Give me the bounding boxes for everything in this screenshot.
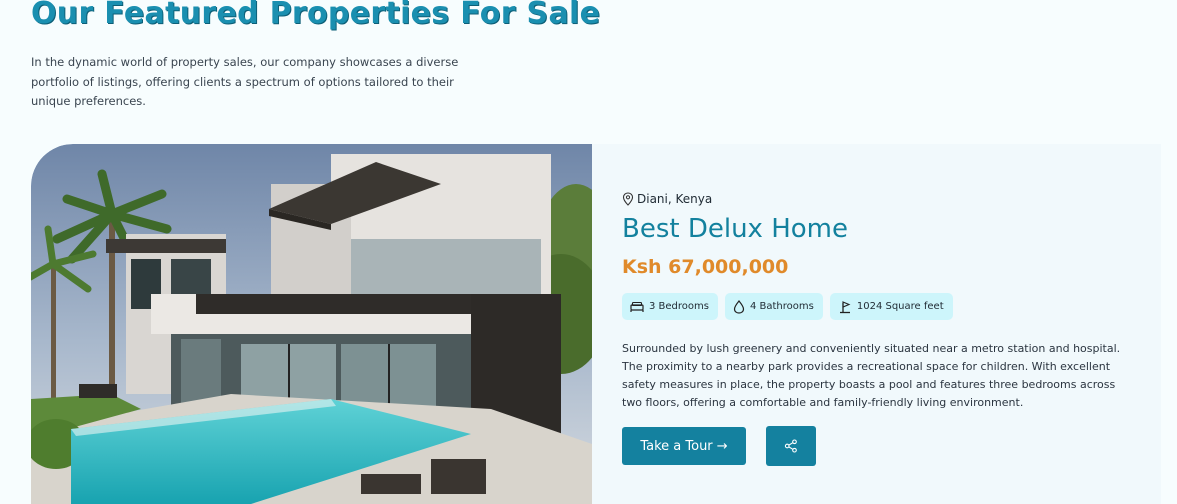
section-title: Our Featured Properties For Sale [31, 0, 601, 31]
feature-label: 4 Bathrooms [749, 301, 814, 312]
section-intro: In the dynamic world of property sales, … [31, 55, 459, 108]
feature-label: 3 Bedrooms [649, 301, 709, 312]
property-photo[interactable] [31, 144, 592, 504]
feature-area: 1024 Square feet [829, 293, 953, 320]
bed-icon [630, 301, 644, 312]
location: Diani, Kenya [622, 192, 712, 206]
property-description: Surrounded by lush greenery and convenie… [622, 342, 1121, 409]
water-drop-icon [733, 299, 745, 314]
share-button[interactable] [766, 426, 816, 466]
property-price: Ksh 67,000,000 [622, 256, 789, 278]
location-pin-icon [622, 192, 634, 206]
share-icon [784, 439, 797, 453]
feature-bedrooms: 3 Bedrooms [622, 293, 718, 320]
feature-list: 3 Bedrooms 4 Bathrooms 1024 Square feet [622, 293, 953, 320]
take-a-tour-button[interactable]: Take a Tour → [622, 427, 746, 465]
feature-label: 1024 Square feet [856, 301, 944, 312]
property-info: Diani, Kenya Best Delux Home Ksh 67,000,… [622, 144, 1142, 504]
property-title[interactable]: Best Delux Home [622, 214, 848, 244]
location-text: Diani, Kenya [637, 192, 713, 206]
feature-bathrooms: 4 Bathrooms [724, 293, 823, 320]
area-icon [839, 300, 851, 313]
property-card: Diani, Kenya Best Delux Home Ksh 67,000,… [31, 144, 1161, 504]
